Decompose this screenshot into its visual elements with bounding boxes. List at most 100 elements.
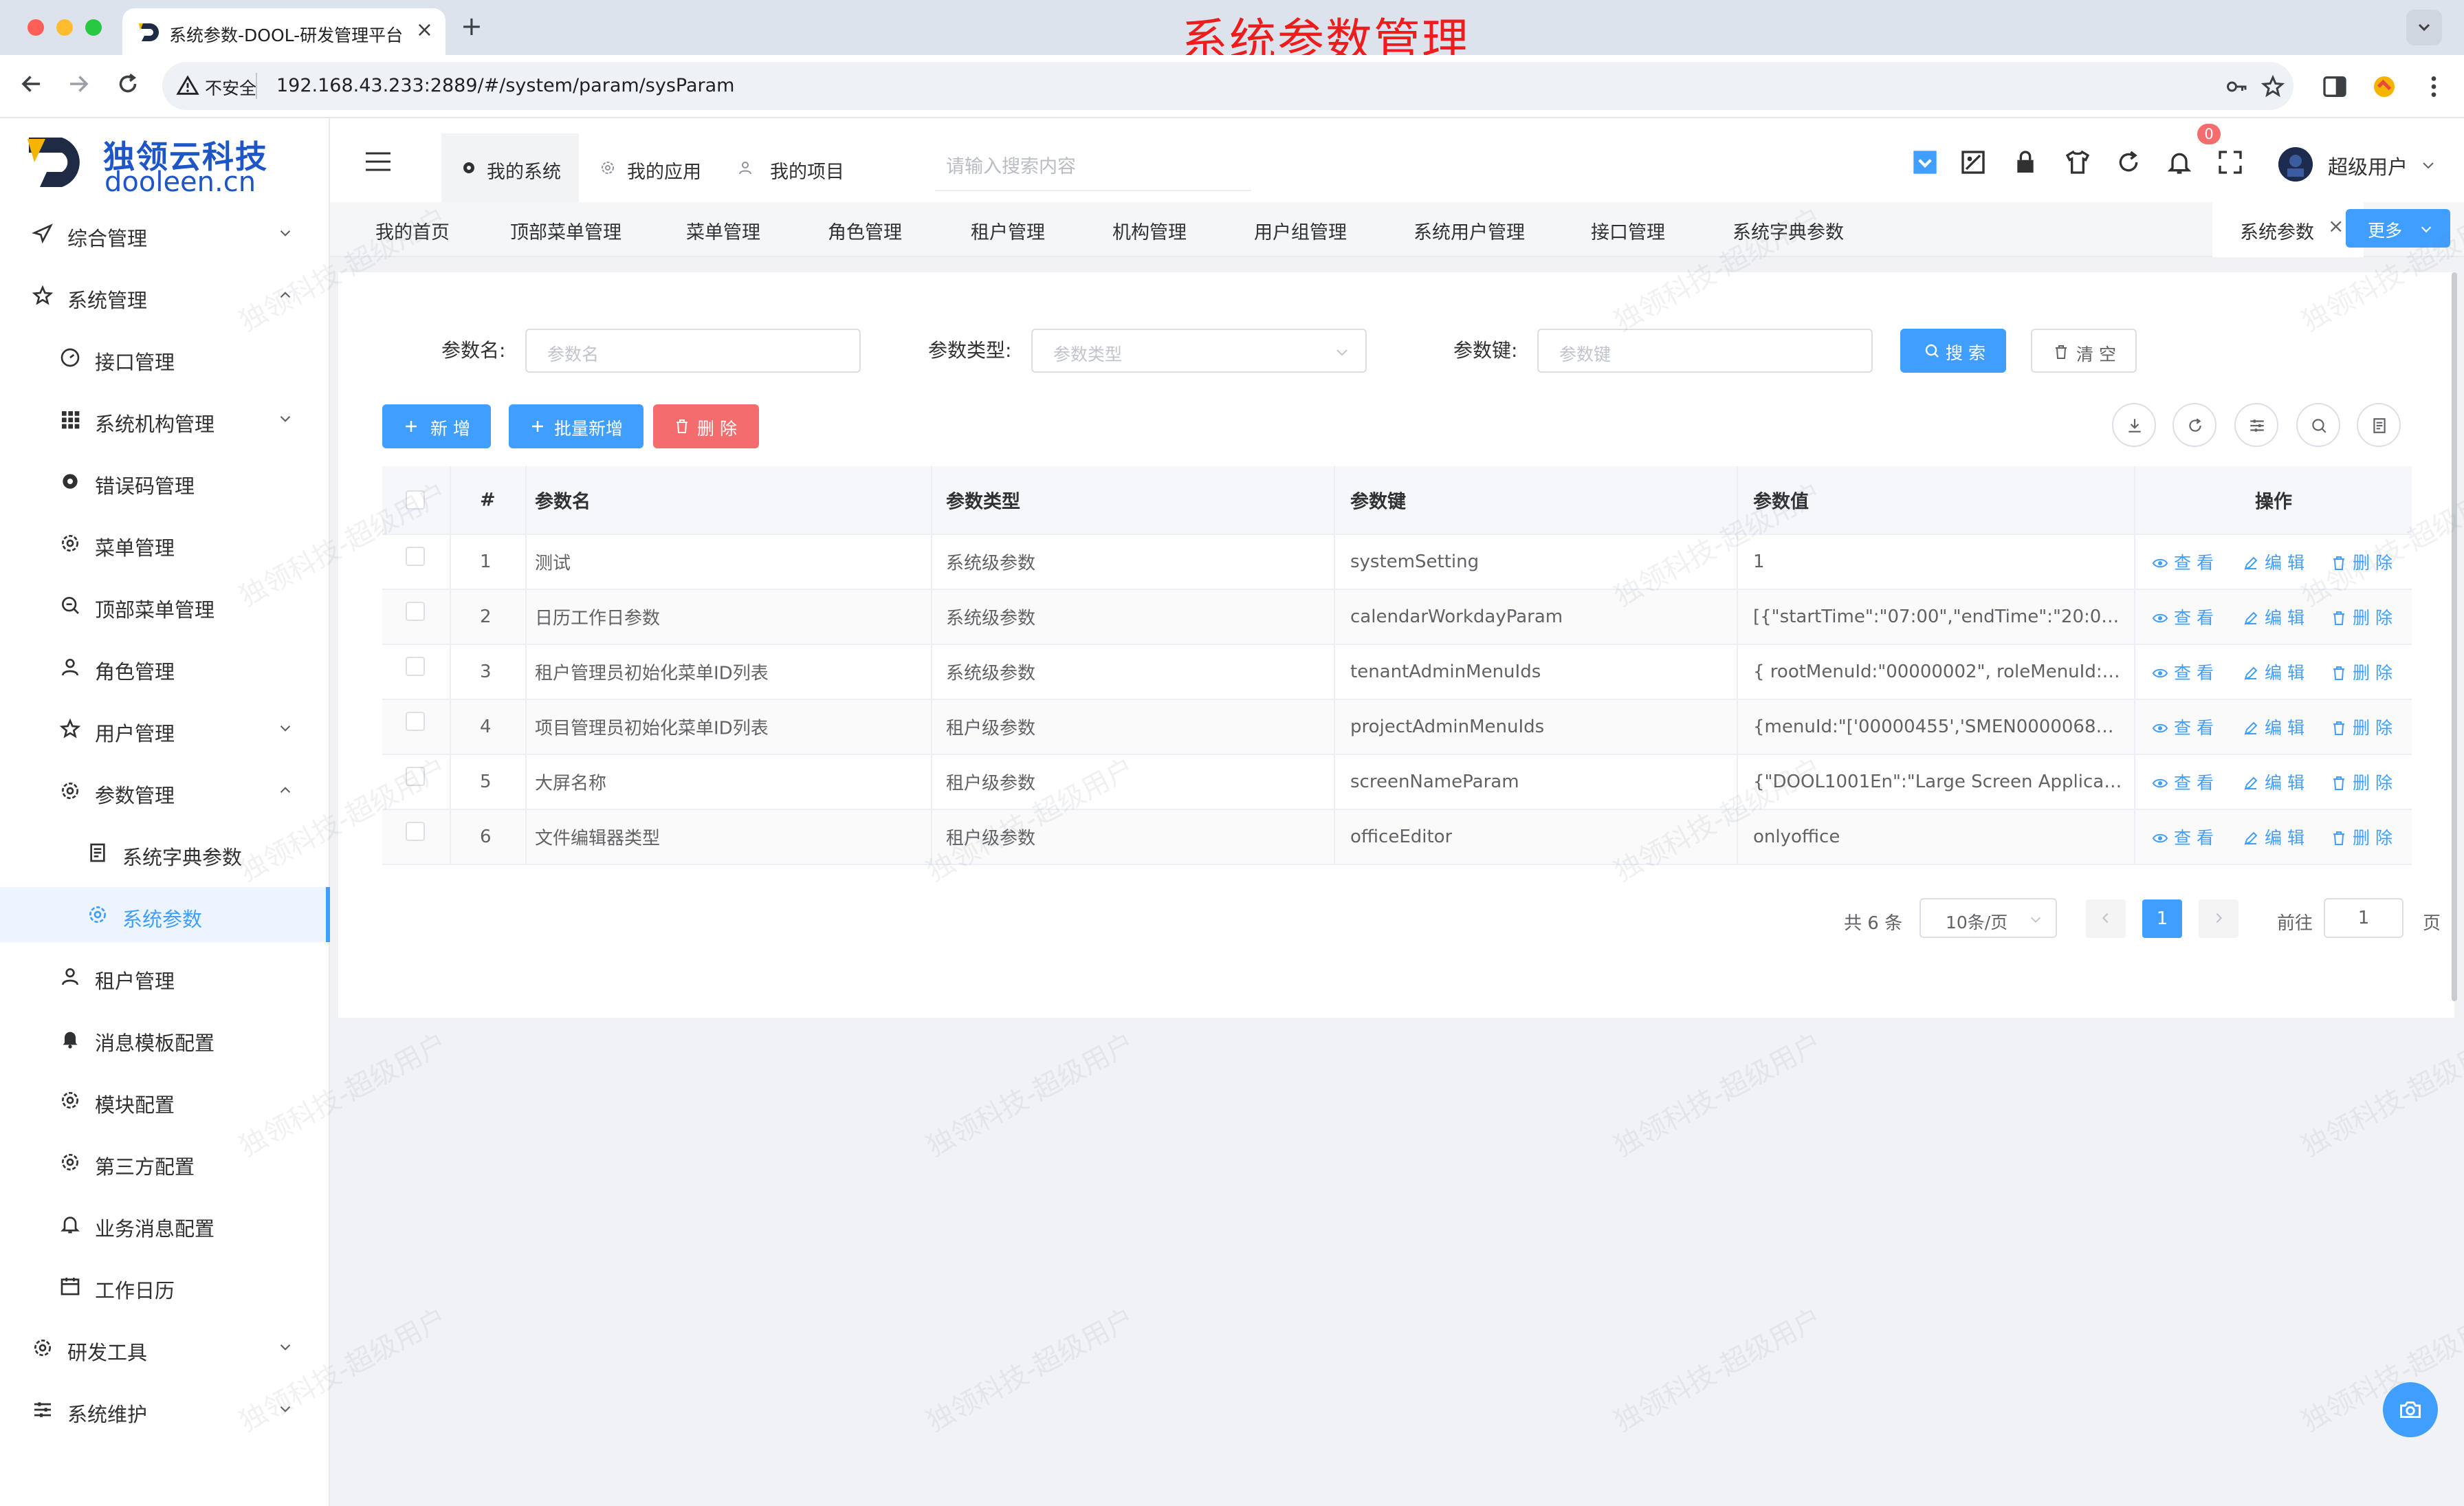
clear-button[interactable]: 清 空	[2031, 329, 2137, 373]
row-checkbox[interactable]	[406, 767, 425, 786]
avatar[interactable]	[2278, 147, 2313, 182]
window-minimize-button[interactable]	[56, 19, 73, 36]
edit-link[interactable]: 编 辑	[2243, 549, 2304, 574]
delete-link[interactable]: 删 除	[2331, 714, 2392, 739]
tag-sys-param[interactable]: 系统参数 ×	[2212, 202, 2364, 257]
edit-link[interactable]: 编 辑	[2243, 604, 2304, 629]
delete-link[interactable]: 删 除	[2331, 604, 2392, 629]
view-link[interactable]: 查 看	[2152, 604, 2214, 629]
sidebar-item-devtools[interactable]: 研发工具	[0, 1320, 329, 1375]
tag-user-group[interactable]: 用户组管理	[1254, 217, 1347, 244]
tag-org[interactable]: 机构管理	[1112, 217, 1187, 244]
refresh-icon[interactable]	[2115, 149, 2142, 176]
sidebar-item-menu[interactable]: 菜单管理	[0, 516, 329, 571]
row-checkbox[interactable]	[406, 602, 425, 621]
refresh-table-button[interactable]	[2172, 403, 2216, 447]
sidebar-item-comprehensive[interactable]: 综合管理	[0, 206, 329, 261]
user-name[interactable]: 超级用户	[2328, 151, 2408, 180]
sidebar-item-maintenance[interactable]: 系统维护	[0, 1382, 329, 1437]
sidebar-item-org[interactable]: 系统机构管理	[0, 392, 329, 447]
sidebar-item-system[interactable]: 系统管理	[0, 268, 329, 323]
sidebar-item-msg-template[interactable]: 消息模板配置	[0, 1011, 329, 1066]
scrollbar-thumb[interactable]	[2452, 272, 2457, 1001]
page-scrollbar[interactable]	[2452, 272, 2458, 1506]
reload-icon[interactable]	[116, 72, 140, 96]
row-checkbox[interactable]	[406, 822, 425, 841]
param-name-input[interactable]: 参数名	[525, 329, 861, 373]
tab-my-projects[interactable]: 我的项目	[737, 133, 861, 202]
sidebar-item-user[interactable]: 用户管理	[0, 701, 329, 756]
tag-dict-param[interactable]: 系统字典参数	[1732, 217, 1844, 244]
url-text[interactable]: 192.168.43.233:2889/#/system/param/sysPa…	[276, 75, 734, 96]
tag-tenant[interactable]: 租户管理	[971, 217, 1045, 244]
print-button[interactable]	[2357, 403, 2401, 447]
bell-icon[interactable]	[2166, 149, 2193, 176]
delete-link[interactable]: 删 除	[2331, 659, 2392, 684]
sidebar-item-errorcode[interactable]: 错误码管理	[0, 454, 329, 509]
lock-icon[interactable]	[2012, 149, 2039, 176]
chevron-down-icon[interactable]	[2420, 157, 2436, 173]
view-link[interactable]: 查 看	[2152, 659, 2214, 684]
sidebar-item-topmenu[interactable]: 顶部菜单管理	[0, 578, 329, 633]
sidebar-item-role[interactable]: 角色管理	[0, 640, 329, 695]
delete-link[interactable]: 删 除	[2331, 549, 2392, 574]
row-checkbox[interactable]	[406, 657, 425, 676]
param-type-select[interactable]: 参数类型	[1031, 329, 1367, 373]
edit-link[interactable]: 编 辑	[2243, 825, 2304, 849]
screenshot-button[interactable]	[2383, 1382, 2438, 1437]
add-button[interactable]: 新 增	[382, 404, 491, 448]
sidebar-item-calendar[interactable]: 工作日历	[0, 1258, 329, 1313]
window-close-button[interactable]	[28, 19, 44, 36]
delete-link[interactable]: 删 除	[2331, 825, 2392, 849]
sidebar-item-param[interactable]: 参数管理	[0, 763, 329, 818]
tab-my-apps[interactable]: 我的应用	[600, 133, 723, 202]
header-search-input[interactable]: 请输入搜索内容	[946, 151, 1076, 178]
column-settings-button[interactable]	[2234, 403, 2278, 447]
new-tab-button[interactable]: +	[461, 11, 483, 41]
image-edit-icon[interactable]	[1959, 149, 1987, 176]
more-tags-button[interactable]: 更多	[2346, 209, 2450, 248]
theme-shirt-icon[interactable]	[2064, 149, 2091, 176]
delete-link[interactable]: 删 除	[2331, 770, 2392, 794]
delete-button[interactable]: 删 除	[653, 404, 759, 448]
search-button[interactable]: 搜 索	[1900, 329, 2006, 373]
param-key-input[interactable]: 参数键	[1537, 329, 1873, 373]
row-checkbox[interactable]	[406, 547, 425, 566]
side-panel-icon[interactable]	[2321, 73, 2348, 100]
sidebar-item-sys-param[interactable]: 系统参数	[0, 887, 330, 942]
sidebar-item-dict-param[interactable]: 系统字典参数	[0, 825, 329, 880]
tag-role[interactable]: 角色管理	[828, 217, 902, 244]
bookmark-star-icon[interactable]	[2260, 74, 2285, 99]
extension-icon[interactable]	[2370, 73, 2398, 100]
close-tag-icon[interactable]: ×	[2328, 215, 2344, 237]
view-link[interactable]: 查 看	[2152, 825, 2214, 849]
view-link[interactable]: 查 看	[2152, 549, 2214, 574]
edit-link[interactable]: 编 辑	[2243, 714, 2304, 739]
sidebar-item-api[interactable]: 接口管理	[0, 330, 329, 385]
layout-toggle-icon[interactable]	[1911, 149, 1939, 176]
prev-page-button[interactable]	[2086, 899, 2126, 938]
window-zoom-button[interactable]	[85, 19, 102, 36]
tag-sys-user[interactable]: 系统用户管理	[1414, 217, 1525, 244]
tab-search-button[interactable]	[2406, 10, 2442, 45]
tag-home[interactable]: 我的首页	[375, 217, 450, 244]
tab-my-system[interactable]: 我的系统	[441, 133, 579, 202]
tag-api[interactable]: 接口管理	[1591, 217, 1665, 244]
toggle-search-button[interactable]	[2296, 403, 2340, 447]
browser-tab[interactable]: 系统参数-DOOL-研发管理平台 ×	[122, 8, 446, 55]
sidebar-item-biz-msg[interactable]: 业务消息配置	[0, 1197, 329, 1252]
view-link[interactable]: 查 看	[2152, 714, 2214, 739]
view-link[interactable]: 查 看	[2152, 770, 2214, 794]
sidebar-item-module[interactable]: 模块配置	[0, 1073, 329, 1128]
tag-top-menu[interactable]: 顶部菜单管理	[510, 217, 622, 244]
key-icon[interactable]	[2225, 74, 2250, 99]
edit-link[interactable]: 编 辑	[2243, 659, 2304, 684]
forward-arrow-icon[interactable]	[66, 72, 91, 96]
batch-add-button[interactable]: 批量新增	[509, 404, 644, 448]
fullscreen-icon[interactable]	[2216, 149, 2244, 176]
sidebar-item-third-party[interactable]: 第三方配置	[0, 1135, 329, 1190]
address-bar[interactable]: 不安全 192.168.43.233:2889/#/system/param/s…	[162, 62, 2294, 110]
tag-menu[interactable]: 菜单管理	[686, 217, 760, 244]
next-page-button[interactable]	[2199, 899, 2238, 938]
export-button[interactable]	[2112, 403, 2156, 447]
